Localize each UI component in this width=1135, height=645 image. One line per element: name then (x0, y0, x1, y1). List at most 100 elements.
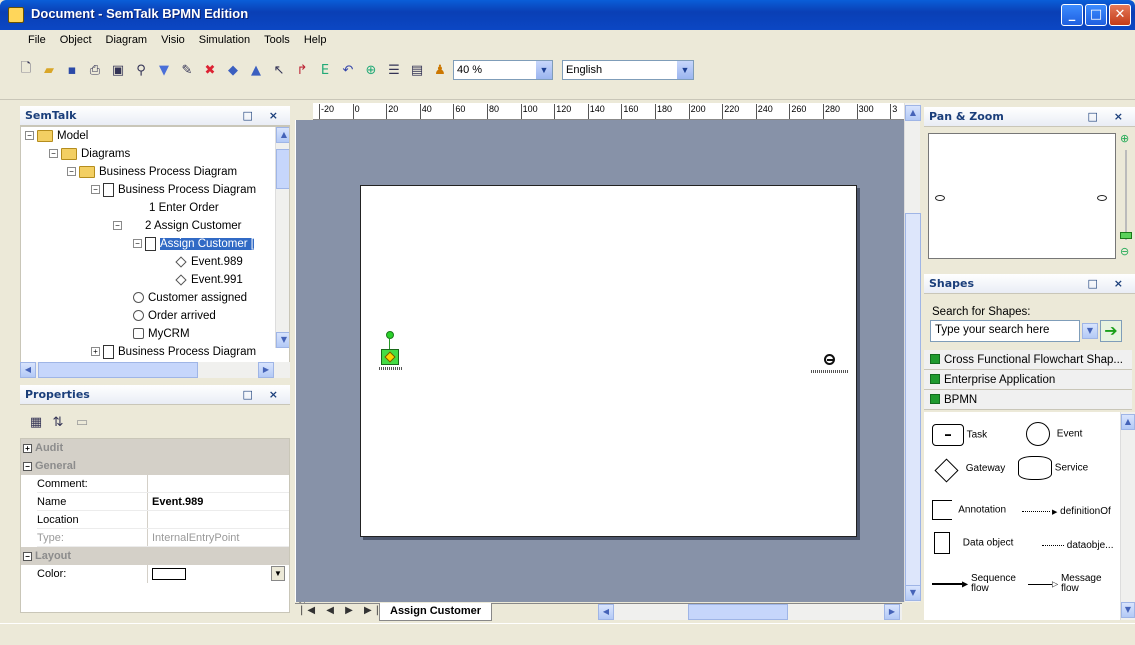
tree-item[interactable]: − 2 Assign Customer (113, 217, 242, 235)
scroll-down-icon[interactable]: ▼ (905, 585, 921, 601)
zoom-combo[interactable]: 40 % ▼ (453, 60, 553, 80)
chevron-down-icon[interactable]: ▼ (536, 61, 552, 79)
zoom-icon[interactable]: ⊕ (361, 60, 381, 80)
zoom-thumb[interactable] (1120, 232, 1132, 239)
collapse-icon[interactable]: − (133, 239, 142, 249)
tree-item[interactable]: 1 Enter Order (149, 199, 219, 217)
stencil-bpmn[interactable]: BPMN (924, 390, 1132, 410)
scroll-down-icon[interactable]: ▼ (276, 332, 289, 348)
property-row[interactable]: Type: InternalEntryPoint (21, 529, 289, 547)
close-button[interactable]: ✕ (1109, 4, 1131, 26)
tree-horizontal-scrollbar[interactable]: ◀ ▶ (20, 362, 290, 378)
connector-icon[interactable]: ↱ (292, 60, 312, 80)
tab-assign-customer[interactable]: Assign Customer (379, 603, 493, 621)
collapse-icon[interactable]: − (91, 185, 100, 195)
canvas-horizontal-scrollbar[interactable]: ◀ ▶ (598, 604, 902, 620)
shape-message-flow[interactable]: ▷ Message flow (1028, 574, 1118, 594)
shape-annotation[interactable]: Annotation (932, 500, 1006, 520)
color-value[interactable]: ▼ (147, 565, 289, 583)
tree-item[interactable]: Order arrived (133, 307, 216, 325)
tree-item[interactable]: − Business Process Diagram (91, 181, 256, 199)
print-icon[interactable]: ⎙ (85, 60, 105, 80)
chevron-down-icon[interactable]: ▼ (271, 566, 285, 581)
maximize-button[interactable]: □ (1085, 4, 1107, 26)
scroll-left-icon[interactable]: ◀ (20, 362, 36, 378)
menu-simulation[interactable]: Simulation (192, 30, 257, 46)
scroll-down-icon[interactable]: ▼ (1121, 602, 1135, 618)
panel-controls[interactable]: □ × (1088, 277, 1129, 290)
chevron-down-icon[interactable]: ▼ (677, 61, 693, 79)
tree-item[interactable]: Event.989 (175, 253, 243, 271)
shape-search-input[interactable]: Type your search here (930, 320, 1080, 342)
tree-item[interactable]: − Assign Customer [ (133, 235, 254, 253)
edit-icon[interactable]: ✎ (177, 60, 197, 80)
category-general[interactable]: − General (21, 457, 289, 475)
shapes-vertical-scrollbar[interactable]: ▲ ▼ (1120, 412, 1135, 620)
expand-icon[interactable]: + (23, 443, 32, 453)
chevron-down-icon[interactable]: ▼ (1082, 323, 1098, 339)
collapse-icon[interactable]: − (25, 131, 34, 141)
search-go-button[interactable]: ➔ (1100, 320, 1122, 342)
shape-definitionof[interactable]: ▶ definitionOf (1022, 506, 1111, 517)
shape-event[interactable]: Event (1026, 422, 1082, 446)
sort-az-icon[interactable]: ⇅ (48, 412, 68, 432)
save-icon[interactable]: ▪ (62, 60, 82, 80)
shape-task[interactable]: ▬ Task (932, 424, 987, 446)
shape-service[interactable]: Service (1018, 456, 1088, 480)
property-value[interactable]: Event.989 (147, 493, 289, 511)
property-row[interactable]: Comment: (21, 475, 289, 493)
property-pages-icon[interactable]: ▭ (72, 412, 92, 432)
scroll-thumb[interactable] (276, 149, 289, 189)
scroll-up-icon[interactable]: ▲ (1121, 414, 1135, 430)
scroll-thumb[interactable] (38, 362, 198, 378)
menu-object[interactable]: Object (53, 30, 99, 46)
move-up-icon[interactable]: ▲ (246, 60, 266, 80)
entry-point-shape[interactable] (379, 331, 403, 381)
shape-gateway[interactable]: Gateway (934, 458, 1005, 483)
open-icon[interactable]: ▰ (39, 60, 59, 80)
pointer-icon[interactable]: ↖ (269, 60, 289, 80)
panel-controls[interactable]: □ × (243, 388, 284, 401)
tree-item[interactable]: Customer assigned (133, 289, 247, 307)
panel-controls[interactable]: □ × (1088, 110, 1129, 123)
tree-item[interactable]: − Business Process Diagram (67, 163, 237, 181)
expand-icon[interactable]: + (91, 347, 100, 357)
property-row[interactable]: Color: ▼ (21, 565, 289, 583)
properties-icon[interactable]: ▣ (108, 60, 128, 80)
tree-item[interactable]: MyCRM (133, 325, 190, 343)
scroll-up-icon[interactable]: ▲ (276, 127, 289, 143)
category-audit[interactable]: + Audit (21, 439, 289, 457)
tree-item[interactable]: − Diagrams (49, 145, 130, 163)
scroll-thumb[interactable] (688, 604, 788, 620)
tree-item[interactable]: − Model (25, 127, 88, 145)
canvas-vertical-scrollbar[interactable]: ▲ ▼ (904, 103, 921, 602)
shape-data-object[interactable]: Data object (934, 532, 1013, 554)
layout-icon[interactable]: ▤ (407, 60, 427, 80)
collapse-icon[interactable]: − (23, 551, 32, 561)
shape-dataobje[interactable]: dataobje... (1042, 540, 1114, 551)
zoom-in-icon[interactable]: ⊕ (1120, 132, 1129, 145)
tree-item[interactable]: Event.991 (175, 271, 243, 289)
menu-visio[interactable]: Visio (154, 30, 192, 46)
menu-diagram[interactable]: Diagram (99, 30, 155, 46)
page-nav-icons[interactable]: |◀ ◀ ▶ ▶| (300, 605, 383, 616)
collapse-icon[interactable]: − (49, 149, 58, 159)
collapse-icon[interactable]: − (113, 221, 122, 231)
category-layout[interactable]: − Layout (21, 547, 289, 565)
menu-tools[interactable]: Tools (257, 30, 297, 46)
tree-item[interactable]: + Business Process Diagram (91, 343, 256, 361)
user-icon[interactable]: ♟ (430, 60, 450, 80)
find-icon[interactable]: ⚲ (131, 60, 151, 80)
rotation-handle[interactable] (386, 331, 394, 339)
scroll-thumb[interactable] (905, 213, 921, 593)
menu-help[interactable]: Help (297, 30, 334, 46)
new-icon[interactable]: 🗋 (16, 60, 36, 80)
scroll-up-icon[interactable]: ▲ (905, 105, 921, 121)
property-value[interactable] (147, 475, 289, 493)
language-combo[interactable]: English ▼ (562, 60, 694, 80)
scroll-right-icon[interactable]: ▶ (258, 362, 274, 378)
text-icon[interactable]: E (315, 60, 335, 80)
property-row[interactable]: Name Event.989 (21, 493, 289, 511)
categorized-icon[interactable]: ▦ (26, 412, 46, 432)
stencil-cross-functional[interactable]: Cross Functional Flowchart Shap... (924, 350, 1132, 370)
